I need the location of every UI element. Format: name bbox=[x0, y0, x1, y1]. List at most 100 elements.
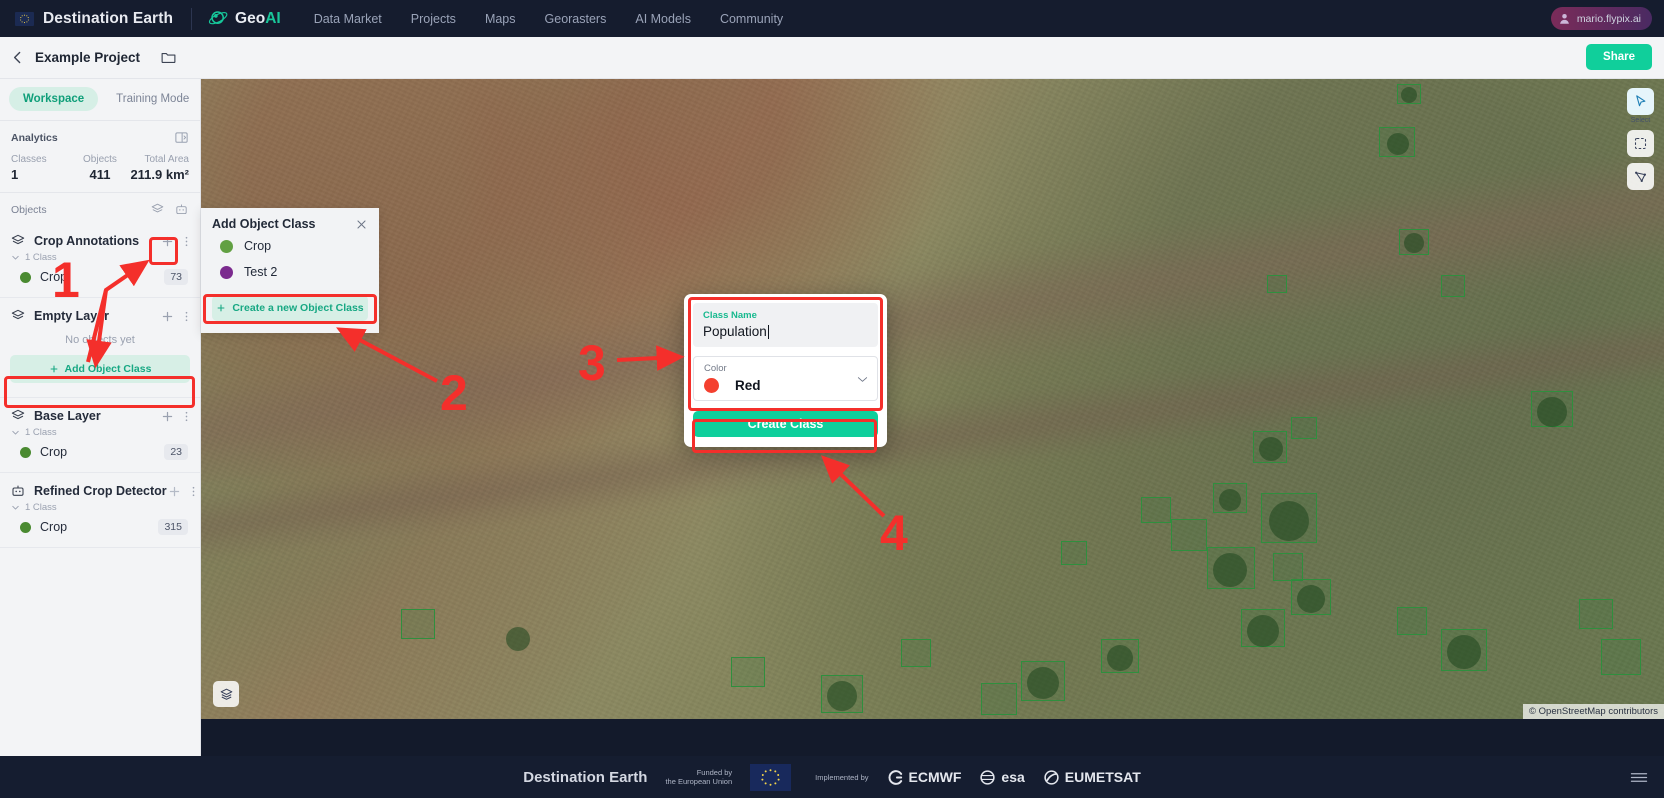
detection-box bbox=[1441, 275, 1465, 297]
hamburger-menu-icon[interactable] bbox=[1630, 771, 1648, 784]
objects-title: Objects bbox=[11, 203, 47, 216]
nav-link-community[interactable]: Community bbox=[707, 6, 796, 32]
list-item[interactable]: Crop 315 bbox=[0, 513, 200, 539]
eu-stars-icon bbox=[761, 768, 780, 786]
detection-box bbox=[1061, 541, 1087, 565]
footer-org-label: ECMWF bbox=[908, 769, 962, 785]
add-class-plus-icon[interactable] bbox=[160, 409, 175, 424]
object-class-option-crop[interactable]: Crop bbox=[212, 231, 368, 257]
panel-toggle-icon[interactable] bbox=[174, 130, 189, 145]
analytics-panel: Analytics Classes 1 Objects 411 Total Ar bbox=[0, 121, 200, 193]
class-name-input[interactable]: Population bbox=[703, 324, 767, 339]
object-class-label: Crop bbox=[244, 239, 272, 253]
eu-flag-icon bbox=[15, 11, 34, 26]
crop-circle bbox=[1269, 501, 1309, 541]
create-new-object-class-button[interactable]: Create a new Object Class bbox=[212, 295, 368, 321]
crop-circle bbox=[1387, 133, 1409, 155]
layer-row[interactable]: Crop Annotations bbox=[0, 229, 200, 251]
layer-collapse-row[interactable]: 1 Class bbox=[0, 501, 200, 513]
nav-link-georasters[interactable]: Georasters bbox=[532, 6, 620, 32]
user-avatar-icon bbox=[1559, 13, 1569, 24]
add-class-plus-icon[interactable] bbox=[160, 234, 175, 249]
class-color-dot bbox=[20, 521, 31, 533]
crop-circle bbox=[1537, 397, 1567, 427]
footer-org-eumetsat: EUMETSAT bbox=[1043, 769, 1141, 786]
stat-objects-value: 411 bbox=[89, 167, 111, 182]
list-item[interactable]: Crop 73 bbox=[0, 263, 200, 289]
add-class-plus-icon[interactable] bbox=[160, 309, 175, 324]
crop-circle bbox=[506, 627, 530, 651]
detection-box bbox=[401, 609, 435, 639]
folder-icon[interactable] bbox=[160, 49, 177, 66]
footer-brand: Destination Earth bbox=[523, 768, 648, 786]
share-button[interactable]: Share bbox=[1586, 44, 1652, 70]
ecmwf-logo-icon bbox=[888, 769, 902, 785]
crop-circle bbox=[1219, 489, 1241, 511]
map-canvas[interactable]: Select © OpenStreetMap contributors bbox=[201, 79, 1664, 719]
stat-objects-label: Objects bbox=[83, 154, 117, 165]
layer-row[interactable]: Base Layer bbox=[0, 404, 200, 426]
destination-earth-logo[interactable]: Destination Earth bbox=[0, 10, 173, 28]
layer-name: Crop Annotations bbox=[34, 234, 140, 248]
add-object-class-button[interactable]: Add Object Class bbox=[10, 355, 190, 383]
panel-title: Add Object Class bbox=[212, 217, 316, 231]
chevron-down-icon[interactable] bbox=[857, 376, 868, 383]
layer-row[interactable]: Refined Crop Detector bbox=[0, 479, 200, 501]
layer-collapse-row[interactable]: 1 Class bbox=[0, 426, 200, 438]
nav-link-data-market[interactable]: Data Market bbox=[301, 6, 395, 32]
project-bar: Example Project Share bbox=[0, 37, 1664, 79]
layer-more-icon[interactable] bbox=[181, 409, 192, 424]
stat-classes-label: Classes bbox=[11, 154, 47, 165]
polygon-icon bbox=[1635, 171, 1646, 182]
nav-link-projects[interactable]: Projects bbox=[398, 6, 469, 32]
esa-logo-icon bbox=[980, 769, 996, 785]
close-icon[interactable] bbox=[355, 218, 368, 231]
map-attribution[interactable]: © OpenStreetMap contributors bbox=[1523, 704, 1664, 719]
back-chevron-icon[interactable] bbox=[9, 49, 26, 66]
tab-training-mode[interactable]: Training Mode bbox=[102, 87, 200, 111]
footer-org-label: EUMETSAT bbox=[1064, 769, 1141, 785]
crop-circle bbox=[827, 681, 857, 711]
layer-empty-layer: Empty Layer No objects yet Add Object Cl… bbox=[0, 298, 200, 398]
add-class-plus-icon[interactable] bbox=[167, 484, 182, 499]
user-menu-button[interactable]: mario.flypix.ai bbox=[1550, 7, 1652, 30]
footer-org-ecmwf: ECMWF bbox=[887, 769, 962, 786]
add-object-class-header: Add Object Class bbox=[212, 217, 368, 231]
layers-icon bbox=[11, 309, 25, 320]
tab-workspace[interactable]: Workspace bbox=[9, 87, 99, 111]
select-tool-button[interactable] bbox=[1627, 88, 1654, 115]
nav-link-ai-models[interactable]: AI Models bbox=[622, 6, 704, 32]
layer-collapse-row[interactable]: 1 Class bbox=[0, 251, 200, 263]
layer-more-icon[interactable] bbox=[181, 234, 192, 249]
layer-row[interactable]: Empty Layer bbox=[0, 304, 200, 326]
list-item[interactable]: Crop 23 bbox=[0, 438, 200, 464]
class-name-field[interactable]: Class Name Population bbox=[693, 303, 878, 347]
stat-total-area: Total Area 211.9 km² bbox=[130, 154, 189, 182]
map-tool-rail: Select bbox=[1627, 88, 1654, 190]
add-object-class-label: Add Object Class bbox=[64, 363, 152, 375]
robot-icon[interactable] bbox=[174, 202, 189, 217]
crop-circle bbox=[1447, 635, 1481, 669]
layer-more-icon[interactable] bbox=[188, 484, 199, 499]
layers-icon bbox=[11, 234, 25, 245]
geoai-logo[interactable]: GeoAI bbox=[208, 8, 281, 29]
color-value: Red bbox=[735, 378, 761, 393]
crop-circle bbox=[1027, 667, 1059, 699]
nav-link-maps[interactable]: Maps bbox=[472, 6, 529, 32]
class-name: Crop bbox=[40, 520, 68, 534]
detection-box bbox=[1397, 607, 1427, 635]
brand-title: Destination Earth bbox=[43, 9, 174, 27]
polygon-tool-button[interactable] bbox=[1627, 163, 1654, 190]
map-layers-button[interactable] bbox=[213, 681, 239, 707]
objects-header-icons bbox=[150, 202, 189, 217]
color-label: Color bbox=[704, 363, 727, 374]
stat-total-area-label: Total Area bbox=[144, 154, 189, 165]
nav-links: Data Market Projects Maps Georasters AI … bbox=[301, 6, 796, 32]
object-class-option-test-2[interactable]: Test 2 bbox=[212, 257, 368, 283]
box-tool-button[interactable] bbox=[1627, 130, 1654, 157]
add-object-class-panel: Add Object Class Crop Test 2 Create a ne… bbox=[201, 208, 379, 333]
layers-icon[interactable] bbox=[150, 202, 165, 217]
create-class-button[interactable]: Create Class bbox=[693, 411, 878, 437]
color-select[interactable]: Color Red bbox=[693, 356, 878, 401]
layer-more-icon[interactable] bbox=[181, 309, 192, 324]
